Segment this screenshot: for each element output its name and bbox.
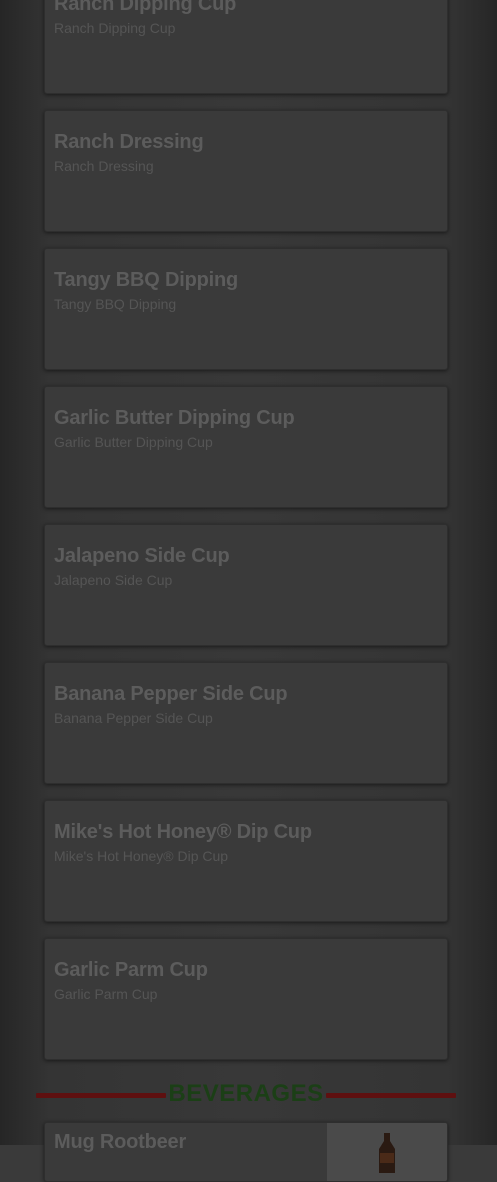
item-title: Jalapeno Side Cup (54, 545, 230, 567)
item-title: Mike's Hot Honey® Dip Cup (54, 821, 312, 843)
item-description: Garlic Butter Dipping Cup (54, 434, 213, 450)
beverages-section-header: BEVERAGES (36, 1078, 456, 1112)
menu-item-list: Ranch Dipping Cup Ranch Dipping Cup Ranc… (44, 0, 448, 1076)
item-description: Garlic Parm Cup (54, 986, 158, 1002)
menu-item-card[interactable]: Jalapeno Side Cup Jalapeno Side Cup (44, 524, 448, 646)
menu-item-card[interactable]: Garlic Parm Cup Garlic Parm Cup (44, 938, 448, 1060)
menu-item-card[interactable]: Banana Pepper Side Cup Banana Pepper Sid… (44, 662, 448, 784)
item-title: Ranch Dressing (54, 131, 204, 153)
item-title: Tangy BBQ Dipping (54, 269, 238, 291)
menu-item-card[interactable]: Mike's Hot Honey® Dip Cup Mike's Hot Hon… (44, 800, 448, 922)
section-divider-right (326, 1093, 456, 1098)
item-description: Tangy BBQ Dipping (54, 296, 177, 312)
bottle-icon (379, 1133, 395, 1173)
menu-item-card[interactable]: Ranch Dressing Ranch Dressing (44, 110, 448, 232)
item-image (327, 1123, 447, 1181)
menu-item-card[interactable]: Tangy BBQ Dipping Tangy BBQ Dipping (44, 248, 448, 370)
item-description: Jalapeno Side Cup (54, 572, 173, 588)
menu-page: Ranch Dipping Cup Ranch Dipping Cup Ranc… (0, 0, 497, 1182)
item-description: Ranch Dressing (54, 158, 154, 174)
menu-item-card[interactable]: Garlic Butter Dipping Cup Garlic Butter … (44, 386, 448, 508)
item-title: Garlic Butter Dipping Cup (54, 407, 295, 429)
item-title: Garlic Parm Cup (54, 959, 208, 981)
item-title: Mug Rootbeer (54, 1131, 187, 1153)
item-title: Banana Pepper Side Cup (54, 683, 288, 705)
item-description: Mike's Hot Honey® Dip Cup (54, 848, 229, 864)
item-description: Banana Pepper Side Cup (54, 710, 213, 726)
item-title: Ranch Dipping Cup (54, 0, 237, 15)
beverage-item-card[interactable]: Mug Rootbeer (44, 1122, 448, 1182)
item-description: Ranch Dipping Cup (54, 20, 176, 36)
menu-item-card[interactable]: Ranch Dipping Cup Ranch Dipping Cup (44, 0, 448, 94)
